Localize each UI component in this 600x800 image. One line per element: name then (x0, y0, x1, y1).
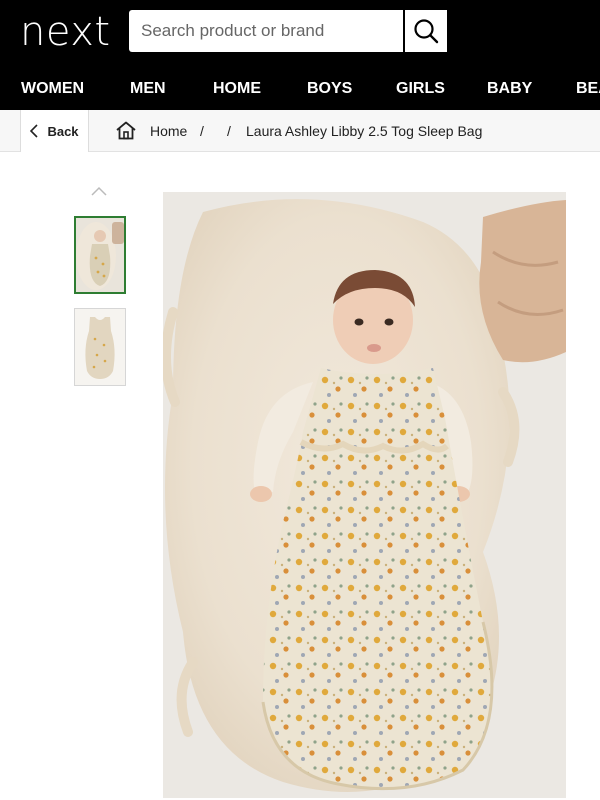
search-button[interactable] (403, 10, 447, 52)
nav-item-baby[interactable]: BABY (487, 68, 532, 110)
search-box (129, 10, 447, 52)
nav-item-women[interactable]: WOMEN (21, 68, 84, 110)
breadcrumb: Back Home / / Laura Ashley Libby 2.5 Tog… (0, 110, 600, 152)
nav-item-girls[interactable]: GIRLS (396, 68, 445, 110)
product-photo (163, 192, 566, 798)
breadcrumb-separator: / (200, 123, 204, 139)
nav-item-boys[interactable]: BOYS (307, 68, 352, 110)
product-main-image[interactable] (163, 192, 566, 798)
site-header: next (0, 0, 600, 68)
back-button[interactable]: Back (20, 110, 89, 152)
breadcrumb-separator: / (227, 123, 231, 139)
nav-item-home[interactable]: HOME (213, 68, 261, 110)
next-logo[interactable]: next (20, 8, 111, 56)
home-icon[interactable] (116, 121, 136, 140)
nav-item-men[interactable]: MEN (130, 68, 166, 110)
product-thumbnail-image (75, 309, 125, 385)
back-label: Back (47, 123, 79, 139)
main-nav: WOMEN MEN HOME BOYS GIRLS BABY BEA (0, 68, 600, 110)
product-thumbnail-1[interactable] (74, 216, 126, 294)
breadcrumb-home-link[interactable]: Home (150, 110, 187, 152)
chevron-left-icon (30, 124, 39, 138)
product-thumbnail-2[interactable] (74, 308, 126, 386)
search-icon (414, 19, 439, 44)
nav-item-beauty[interactable]: BEA (576, 68, 600, 110)
search-input[interactable] (129, 10, 403, 52)
product-thumbnail-image (76, 218, 124, 292)
breadcrumb-current: Laura Ashley Libby 2.5 Tog Sleep Bag (246, 123, 483, 139)
chevron-up-icon[interactable] (91, 186, 107, 196)
